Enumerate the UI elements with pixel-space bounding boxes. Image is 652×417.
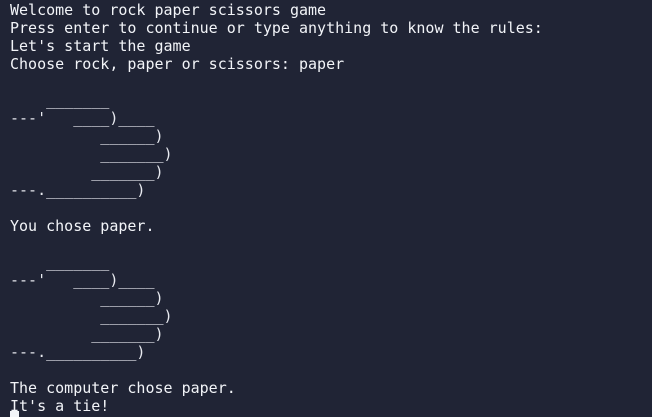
rules-prompt-line: Press enter to continue or type anything… [10,19,543,37]
computer-paper-art-line-4: _______) [10,307,173,325]
text-cursor [10,411,19,417]
user-paper-art-line-1: _______ [10,91,110,109]
computer-paper-art-line-6: ---.__________) [10,343,146,361]
user-paper-art-line-6: ---.__________) [10,181,146,199]
user-paper-art-line-3: ______) [10,127,164,145]
user-paper-art-line-4: _______) [10,145,173,163]
welcome-line: Welcome to rock paper scissors game [10,1,327,19]
computer-paper-art-line-1: _______ [10,253,110,271]
start-line: Let's start the game [10,37,191,55]
user-paper-art-line-2: ---' ____)____ [10,109,155,127]
computer-paper-art-line-2: ---' ____)____ [10,271,155,289]
result-line: It's a tie! [10,397,110,415]
choice-prompt-line: Choose rock, paper or scissors: paper [10,55,345,73]
computer-paper-art-line-5: _______) [10,325,164,343]
computer-paper-art-line-3: ______) [10,289,164,307]
user-paper-art-line-5: _______) [10,163,164,181]
user-choice-line: You chose paper. [10,217,155,235]
computer-choice-line: The computer chose paper. [10,379,236,397]
terminal-window[interactable]: Welcome to rock paper scissors game Pres… [0,0,652,417]
